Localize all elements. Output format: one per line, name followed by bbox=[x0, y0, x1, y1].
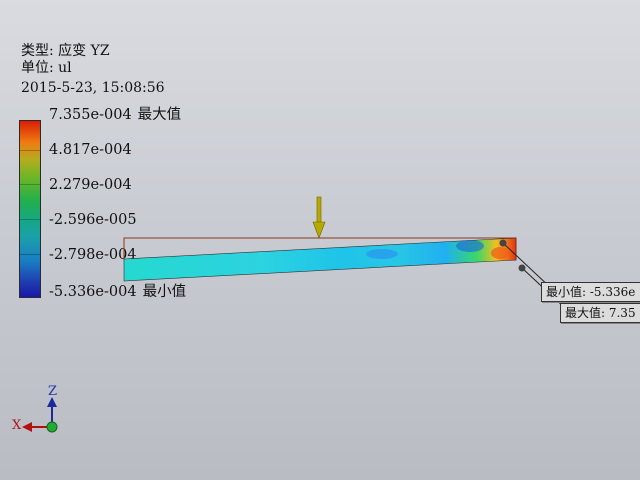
max-probe-point[interactable] bbox=[518, 264, 526, 272]
min-probe-point[interactable] bbox=[499, 239, 507, 247]
triad-z-label: Z bbox=[48, 384, 58, 399]
strain-patch bbox=[366, 249, 398, 259]
strain-patch bbox=[491, 247, 509, 259]
triad-x-label: X bbox=[12, 418, 22, 433]
graphics-viewport[interactable]: 类型: 应变 YZ 单位: ul 2015-5-23, 15:08:56 7.3… bbox=[0, 0, 640, 480]
coordinate-triad: Z X bbox=[6, 380, 76, 440]
max-value-callout[interactable]: 最大值: 7.35 bbox=[560, 303, 640, 323]
min-value-callout[interactable]: 最小值: -5.336e bbox=[541, 282, 640, 302]
beam-model[interactable] bbox=[0, 0, 640, 480]
strain-patch bbox=[456, 240, 484, 252]
load-arrow bbox=[312, 196, 326, 239]
